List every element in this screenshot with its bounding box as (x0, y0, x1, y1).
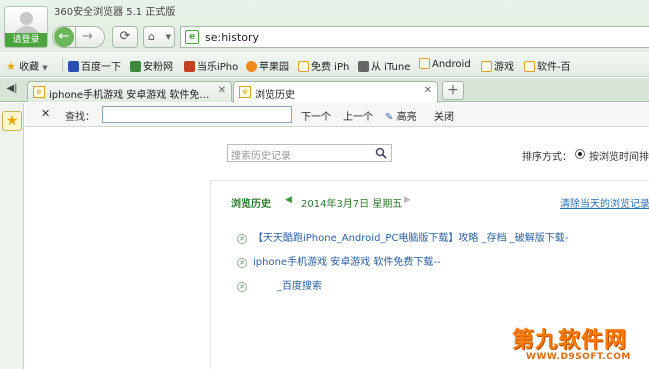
history-search-input[interactable]: 搜索历史记录 (227, 144, 392, 162)
prev-day-icon[interactable]: ◀ (285, 195, 292, 205)
user-avatar[interactable]: 请登录 (4, 6, 48, 48)
bookmark-games[interactable]: 游戏 (481, 58, 514, 73)
bookmark-baidu[interactable]: 百度一下 (68, 58, 121, 73)
login-button[interactable]: 请登录 (5, 33, 47, 47)
find-input[interactable] (102, 106, 292, 123)
favorites-star-icon[interactable]: ★ (2, 111, 22, 131)
refresh-button[interactable]: ⟳ (112, 26, 138, 48)
address-input[interactable]: se:history (205, 31, 259, 44)
bookmark-label: 安粉网 (143, 62, 173, 73)
highlight-button[interactable]: ✎ 高亮 (385, 108, 417, 123)
history-entry-link[interactable]: _百度搜索 (277, 281, 322, 292)
search-placeholder: 搜索历史记录 (231, 151, 291, 162)
find-label: 查找： (65, 112, 95, 123)
new-tab-button[interactable]: + (442, 81, 464, 100)
bookmark-pingguoyuan[interactable]: 苹果园 (246, 58, 289, 73)
watermark-url: WWW.D9SOFT.COM (526, 352, 631, 362)
page-icon (524, 61, 535, 72)
window-title: 360安全浏览器 5.1 正式版 (54, 7, 176, 18)
favorites-bar: ★ 收藏 ▼ 百度一下 安粉网 当乐iPho 苹果园 免费 iPh 从 iTun… (0, 53, 649, 77)
bookmark-label: 软件-百 (537, 62, 571, 73)
bookmark-label: 从 iTune (371, 62, 411, 73)
favorites-label: 收藏 (19, 62, 40, 73)
favorites-menu[interactable]: ★ 收藏 ▼ (6, 58, 48, 73)
site-icon (184, 61, 195, 72)
history-date: 2014年3月7日 星期五 (301, 199, 403, 210)
history-entry[interactable]: ✕ _百度搜索 (237, 277, 322, 292)
title-bar: 360安全浏览器 5.1 正式版 请登录 ← → ⟳ ⌂ ▼ e se:hist… (0, 0, 649, 52)
bookmark-label: 游戏 (494, 62, 514, 73)
page-icon (298, 61, 309, 72)
home-button[interactable]: ⌂ ▼ (143, 26, 175, 48)
next-day-icon[interactable]: ▶ (404, 195, 411, 205)
bookmark-label: Android (432, 59, 471, 70)
home-icon: ⌂ (148, 30, 155, 43)
history-entry-link[interactable]: 【天天酷跑iPhone_Android_PC电脑版下载】攻略 _存档 _破解版下… (253, 233, 568, 244)
tab-label: 浏览历史 (255, 90, 295, 101)
history-entry[interactable]: ✕ 【天天酷跑iPhone_Android_PC电脑版下载】攻略 _存档 _破解版… (237, 229, 568, 244)
tab-history[interactable]: e 浏览历史 ✕ (233, 81, 438, 103)
site-icon (130, 61, 141, 72)
highlight-label: 高亮 (396, 112, 417, 123)
divider (62, 58, 63, 72)
page-icon: e (239, 86, 251, 98)
find-next-button[interactable]: 下一个 (301, 108, 331, 123)
apple-icon (246, 61, 257, 72)
paw-icon (68, 61, 79, 72)
delete-icon[interactable]: ✕ (237, 282, 247, 292)
bookmark-label: 百度一下 (81, 62, 121, 73)
sort-radio[interactable] (575, 149, 585, 159)
sort-label: 排序方式： (522, 152, 572, 163)
bookmark-anfen[interactable]: 安粉网 (130, 58, 173, 73)
tab-label: iphone手机游戏 安卓游戏 软件免… (49, 90, 210, 101)
find-close-button[interactable]: 关闭 (434, 108, 454, 123)
page-icon (481, 61, 492, 72)
page-icon: e (33, 86, 45, 98)
sidebar: ★ (0, 103, 24, 369)
page-icon (419, 58, 430, 69)
page-icon: e (185, 30, 199, 44)
back-button[interactable]: ← (52, 26, 76, 48)
bookmark-label: 免费 iPh (311, 62, 350, 73)
chevron-down-icon: ▼ (42, 64, 48, 72)
find-bar: ✕ 查找： 下一个 上一个 ✎ 高亮 关闭 (25, 103, 649, 127)
watermark-text: 第九软件网 (512, 328, 628, 353)
sidebar-toggle-button[interactable]: ◀| (0, 78, 24, 102)
bookmark-free-iphone[interactable]: 免费 iPh (298, 58, 349, 73)
history-entry[interactable]: ✕ iphone手机游戏 安卓游戏 软件免费下载-- (237, 253, 441, 268)
delete-icon[interactable]: ✕ (237, 258, 247, 268)
back-arrow-icon: ← (54, 27, 74, 47)
search-icon[interactable] (375, 147, 387, 159)
bookmark-itunes[interactable]: 从 iTune (358, 58, 410, 73)
clear-day-history-link[interactable]: 清除当天的浏览记录 (560, 195, 649, 210)
address-bar[interactable]: e se:history (180, 26, 649, 48)
bookmark-android[interactable]: Android (419, 58, 471, 70)
pen-icon: ✎ (385, 112, 394, 123)
find-prev-button[interactable]: 上一个 (343, 108, 373, 123)
bookmark-software[interactable]: 软件-百 (524, 58, 571, 73)
star-icon: ★ (6, 60, 16, 73)
bookmark-label: 苹果园 (259, 62, 289, 73)
delete-icon[interactable]: ✕ (237, 234, 247, 244)
forward-button[interactable]: → (75, 26, 105, 48)
bookmark-label: 当乐iPho (197, 62, 239, 73)
close-icon[interactable]: ✕ (41, 107, 50, 120)
chevron-down-icon: ▼ (165, 33, 171, 41)
close-icon[interactable]: ✕ (424, 85, 432, 96)
avatar-head (20, 12, 33, 25)
history-entry-link[interactable]: iphone手机游戏 安卓游戏 软件免费下载-- (253, 257, 441, 268)
tab-bar: ◀| e iphone手机游戏 安卓游戏 软件免… ✕ e 浏览历史 ✕ + (0, 78, 649, 103)
watermark-logo: 第九软件网 WWW.D9SOFT.COM (512, 322, 649, 369)
close-icon[interactable]: ✕ (218, 85, 226, 96)
history-title: 浏览历史 (231, 199, 271, 210)
sort-option-by-time[interactable]: 按浏览时间排 (589, 148, 649, 163)
bookmark-dangle[interactable]: 当乐iPho (184, 58, 238, 73)
tab-iphone-games[interactable]: e iphone手机游戏 安卓游戏 软件免… ✕ (27, 81, 232, 102)
page-icon (358, 61, 369, 72)
